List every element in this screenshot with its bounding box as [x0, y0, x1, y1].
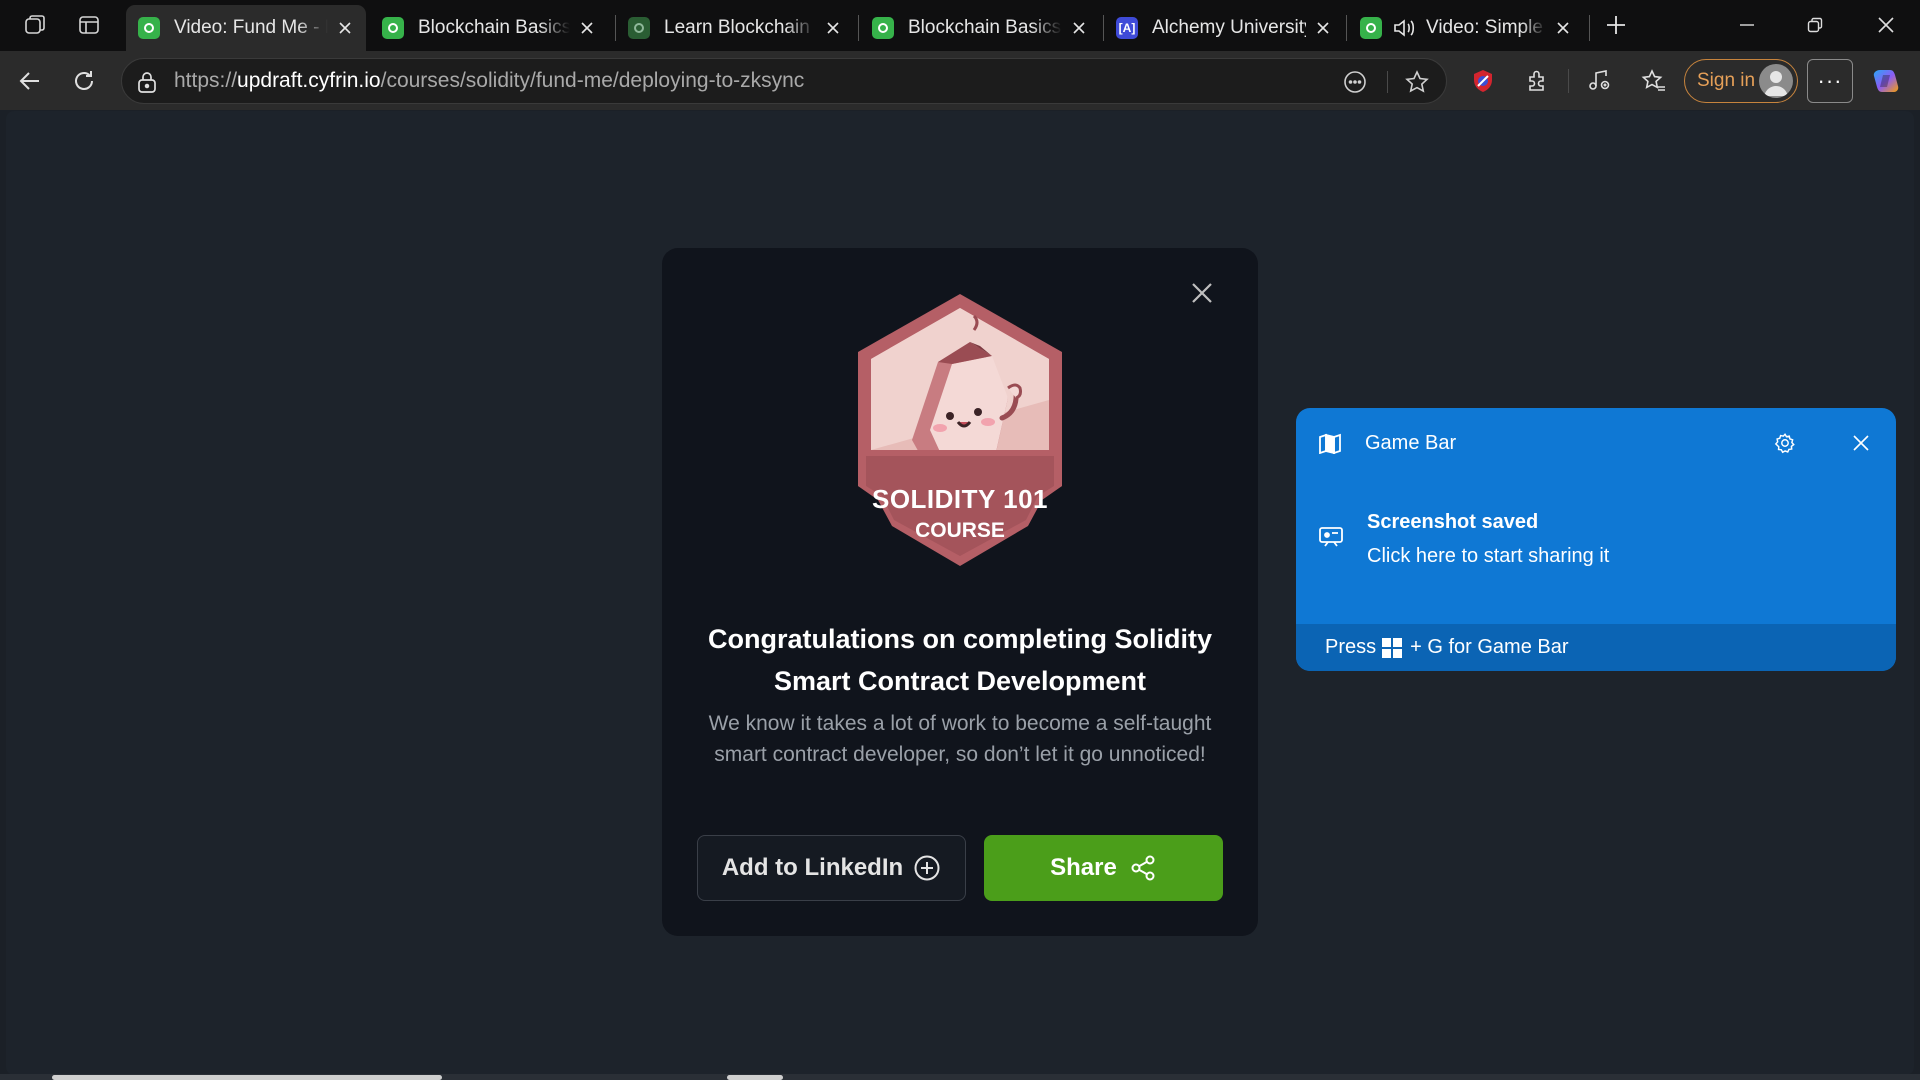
add-to-linkedin-button[interactable]: Add to LinkedIn — [697, 835, 966, 901]
extensions-puzzle-icon[interactable] — [1518, 61, 1558, 101]
tab-label: Alchemy University — [1152, 17, 1306, 38]
hint-press-text: Press — [1325, 636, 1377, 658]
url-host: updraft.cyfrin.io — [237, 69, 381, 92]
tab-fund-me[interactable]: Video: Fund Me - Deploying to zkSync — [126, 5, 366, 51]
close-tab-icon[interactable] — [822, 17, 844, 39]
tab-label: Blockchain Basics - Cyfrin Updraft — [908, 17, 1062, 38]
modal-description: We know it takes a lot of work to become… — [708, 712, 1212, 766]
game-bar-title: Game Bar — [1365, 432, 1457, 454]
close-tab-icon[interactable] — [1312, 17, 1334, 39]
alchemy-icon: [A] — [1116, 17, 1138, 39]
notification-heading: Screenshot saved — [1367, 511, 1539, 533]
minimize-icon[interactable] — [1716, 0, 1778, 50]
capture-gallery-icon — [1316, 522, 1346, 552]
updraft-icon — [382, 17, 404, 39]
sign-in-label: Sign in — [1697, 70, 1756, 91]
tab-label: Video: Simple Storage — [1426, 17, 1546, 38]
back-arrow-icon[interactable] — [10, 61, 50, 101]
favorite-star-icon[interactable] — [1404, 69, 1430, 95]
game-bar-shortcut-hint: Press + G for Game Bar — [1296, 624, 1896, 671]
close-window-icon[interactable] — [1855, 0, 1917, 50]
copilot-icon[interactable] — [1866, 61, 1906, 101]
tab-strip: Video: Fund Me - Deploying to zkSync Blo… — [0, 0, 1920, 51]
speaker-icon[interactable] — [1392, 17, 1416, 39]
badge-subtitle: COURSE — [915, 519, 1005, 542]
close-modal-icon[interactable] — [1187, 278, 1217, 308]
close-notification-icon[interactable] — [1846, 428, 1876, 458]
tab-separator — [858, 15, 859, 41]
url-path: /courses/solidity/fund-me/deploying-to-z… — [380, 69, 805, 92]
tab-learn-blockchain[interactable]: Learn Blockchain Basics — [616, 5, 854, 51]
url-prefix: https:// — [174, 69, 238, 92]
tab-separator — [1346, 15, 1347, 41]
tab-actions-icon[interactable] — [70, 8, 108, 42]
url-text: https://updraft.cyfrin.io/courses/solidi… — [174, 69, 804, 93]
omnibox-divider — [1387, 71, 1388, 93]
badge-title: SOLIDITY 101 — [871, 484, 1049, 514]
refresh-icon[interactable] — [64, 61, 104, 101]
linkedin-button-label: Add to LinkedIn — [721, 854, 904, 881]
updraft-icon — [628, 17, 650, 39]
share-button[interactable]: Share — [984, 835, 1223, 901]
new-tab-plus-icon[interactable] — [1597, 8, 1635, 42]
share-button-label: Share — [1050, 854, 1117, 881]
add-circle-icon — [913, 854, 941, 882]
navigation-toolbar: https://updraft.cyfrin.io/courses/solidi… — [0, 51, 1920, 110]
windows-logo-icon — [1382, 637, 1403, 658]
updraft-icon — [872, 17, 894, 39]
address-bar[interactable]: https://updraft.cyfrin.io/courses/solidi… — [121, 58, 1447, 104]
tab-blockchain-basics-1[interactable]: Blockchain Basics - Cyfrin Updraft — [370, 5, 608, 51]
workspaces-icon[interactable] — [16, 8, 54, 42]
profile-avatar-icon — [1759, 64, 1793, 98]
tab-label: Learn Blockchain Basics — [664, 17, 816, 38]
solidity-badge-icon — [842, 290, 1078, 590]
tab-blockchain-basics-2[interactable]: Blockchain Basics - Cyfrin Updraft — [860, 5, 1100, 51]
settings-more-button[interactable]: ··· — [1807, 59, 1853, 103]
close-tab-icon[interactable] — [1552, 17, 1574, 39]
share-icon — [1129, 854, 1157, 882]
tab-separator — [1589, 15, 1590, 41]
updraft-icon — [138, 17, 160, 39]
toolbar-divider — [1568, 69, 1569, 93]
adblock-extension-icon[interactable] — [1463, 61, 1503, 101]
favorites-icon[interactable] — [1634, 61, 1674, 101]
scrollbar-thumb[interactable] — [52, 1075, 442, 1080]
hint-shortcut-text: + G for Game Bar — [1410, 636, 1569, 658]
scrollbar-thumb-secondary[interactable] — [727, 1075, 783, 1080]
close-tab-icon[interactable] — [576, 17, 598, 39]
settings-gear-icon[interactable] — [1770, 428, 1800, 458]
restore-icon[interactable] — [1784, 0, 1846, 50]
modal-title: Congratulations on completing Solidity S… — [708, 624, 1212, 696]
tab-label: Blockchain Basics - Cyfrin Updraft — [418, 17, 570, 38]
tab-alchemy-university[interactable]: [A] Alchemy University — [1104, 5, 1344, 51]
tab-simple-storage[interactable]: Video: Simple Storage — [1348, 5, 1584, 51]
notification-subtext: Click here to start sharing it — [1367, 545, 1610, 567]
sign-in-button[interactable]: Sign in — [1684, 59, 1798, 103]
updraft-icon — [1360, 17, 1382, 39]
lock-icon[interactable] — [136, 70, 158, 94]
game-bar-widget-icon — [1316, 430, 1344, 456]
game-bar-notification[interactable]: Game Bar Screenshot saved Click here to … — [1296, 408, 1896, 671]
reading-view-icon[interactable] — [1342, 69, 1368, 95]
close-tab-icon[interactable] — [334, 17, 356, 39]
course-completion-modal: SOLIDITY 101 COURSE Congratulations on c… — [662, 248, 1258, 936]
media-control-icon[interactable] — [1579, 61, 1619, 101]
tab-label: Video: Fund Me - Deploying to zkSync — [174, 17, 328, 38]
close-tab-icon[interactable] — [1068, 17, 1090, 39]
